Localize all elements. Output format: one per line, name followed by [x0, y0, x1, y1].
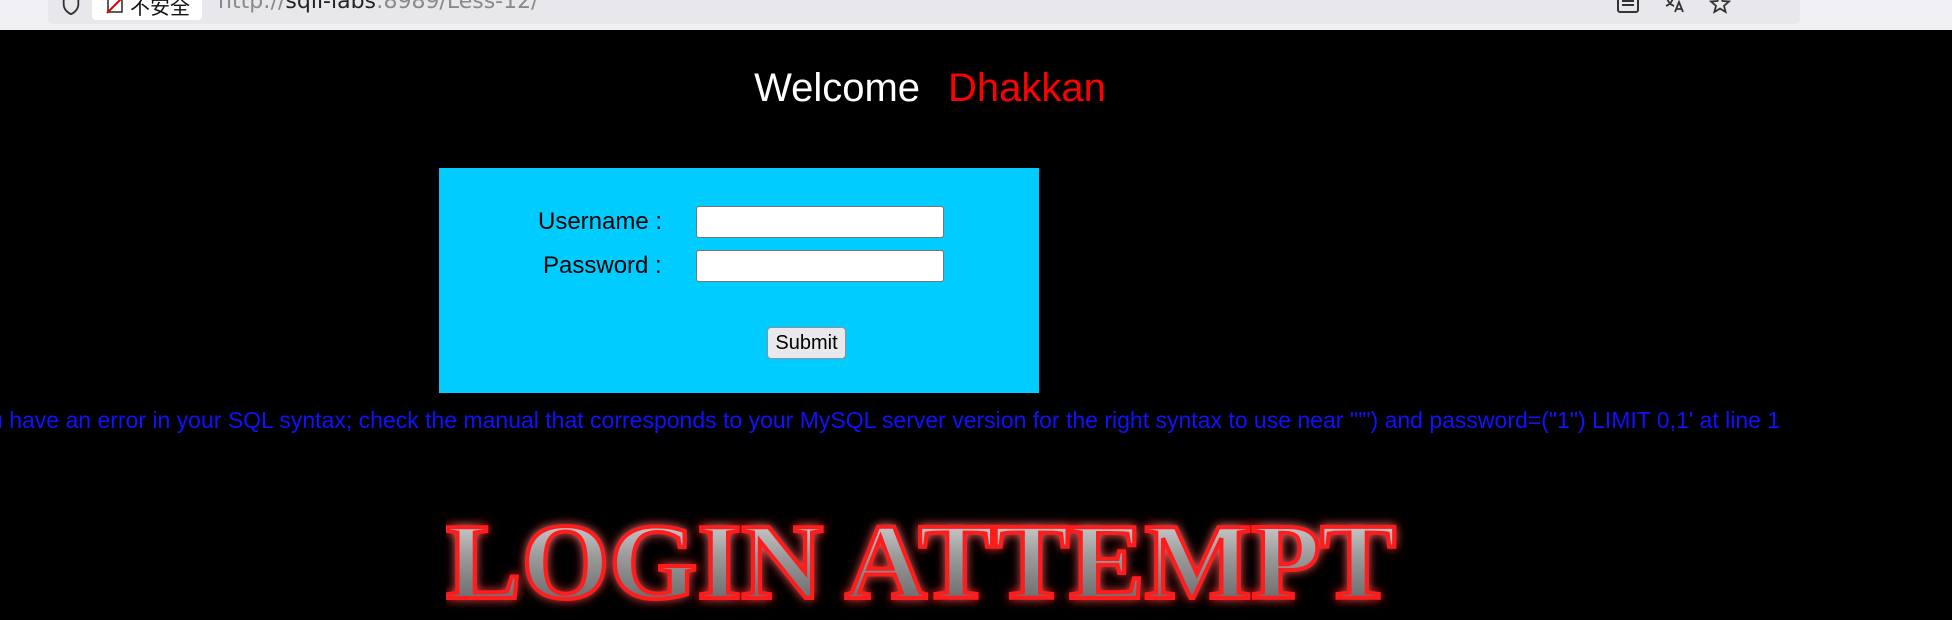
submit-button[interactable]: Submit — [767, 327, 846, 359]
security-indicator[interactable]: 不安全 — [92, 0, 202, 20]
sql-error-message: You have an error in your SQL syntax; ch… — [0, 407, 1781, 433]
address-bar-actions — [1616, 0, 1732, 16]
login-form: Username : Password : Submit — [439, 168, 1039, 393]
shield-icon[interactable] — [60, 0, 82, 16]
password-label: Password : — [543, 252, 662, 279]
username-input[interactable] — [696, 206, 945, 238]
login-attempt-banner: LOGIN ATTEMPT — [446, 501, 1398, 620]
url-prefix: http:// — [218, 0, 286, 14]
password-input[interactable] — [695, 250, 944, 282]
page-content: Welcome Dhakkan Username : Password : Sub… — [0, 30, 1952, 620]
reader-view-icon[interactable] — [1616, 0, 1640, 16]
bookmark-star-icon[interactable] — [1708, 0, 1732, 16]
welcome-text: Welcome — [754, 66, 921, 110]
password-row: Password : — [543, 250, 944, 282]
welcome-heading: Welcome Dhakkan — [0, 64, 1860, 112]
url-field[interactable]: http://sqli-labs:8989/Less-12/ — [218, 0, 539, 14]
insecure-icon — [106, 0, 123, 14]
url-rest: :8989/Less-12/ — [376, 0, 539, 14]
banner-text: LOGIN ATTEMPT — [446, 503, 1396, 620]
translate-icon[interactable] — [1662, 0, 1686, 16]
welcome-name: Dhakkan — [948, 66, 1106, 110]
browser-toolbar: 不安全 http://sqli-labs:8989/Less-12/ — [0, 0, 1952, 30]
username-label: Username : — [538, 208, 663, 235]
url-host: sqli-labs — [285, 0, 377, 14]
username-row: Username : — [538, 206, 945, 238]
security-label: 不安全 — [130, 0, 190, 19]
